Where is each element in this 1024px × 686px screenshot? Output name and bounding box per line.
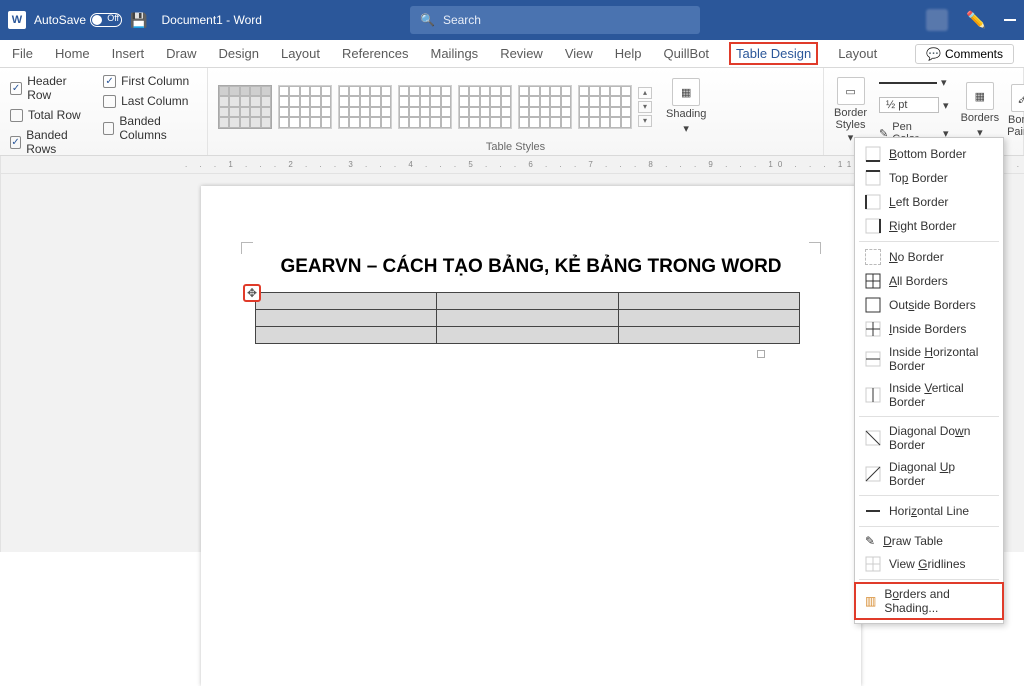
menu-outside-borders[interactable]: Outside Borders [855,293,1003,317]
menu-top-border[interactable]: Top Border [855,166,1003,190]
tab-view[interactable]: View [563,42,595,65]
border-painter-button[interactable]: 🖌 BorderPainter [1007,84,1024,138]
table-style-thumb[interactable] [578,85,632,129]
menu-inside-h-border[interactable]: Inside Horizontal Border [855,341,1003,377]
autosave-label: AutoSave [34,13,86,27]
tab-layout[interactable]: Layout [279,42,322,65]
table-style-thumb[interactable] [398,85,452,129]
menu-right-border[interactable]: Right Border [855,214,1003,238]
comments-button[interactable]: 💬 Comments [915,44,1014,64]
minimize-icon[interactable] [1004,19,1016,21]
ribbon-tabs: File Home Insert Draw Design Layout Refe… [0,40,1024,68]
autosave-control[interactable]: AutoSave Off [34,13,122,27]
line-style-dropdown[interactable]: ▾ [875,74,953,91]
tab-review[interactable]: Review [498,42,545,65]
tab-design[interactable]: Design [217,42,261,65]
menu-horizontal-line[interactable]: Horizontal Line [855,499,1003,523]
border-styles-icon: ▭ [837,77,865,105]
table-style-thumb[interactable] [518,85,572,129]
menu-diagonal-up[interactable]: Diagonal Up Border [855,456,1003,492]
chk-header-row[interactable]: ✓Header Row [10,74,89,102]
search-icon: 🔍 [420,13,435,27]
tab-home[interactable]: Home [53,42,92,65]
shading-button[interactable]: ▦ Shading▾ [666,78,706,135]
word-app-icon: W [8,11,26,29]
inside-v-border-icon [865,387,881,403]
border-painter-icon: 🖌 [1011,84,1024,112]
tab-quillbot[interactable]: QuillBot [662,42,712,65]
menu-left-border[interactable]: Left Border [855,190,1003,214]
left-border-icon [865,194,881,210]
margin-corner-icon [809,242,821,254]
menu-borders-and-shading[interactable]: ▥Borders and Shading... [855,583,1003,619]
menu-all-borders[interactable]: All Borders [855,269,1003,293]
menu-view-gridlines[interactable]: View Gridlines [855,552,1003,576]
tab-help[interactable]: Help [613,42,644,65]
save-icon[interactable]: 💾 [130,12,147,29]
outside-borders-icon [865,297,881,313]
tab-references[interactable]: References [340,42,410,65]
tab-table-design[interactable]: Table Design [729,42,818,65]
table-style-thumb[interactable] [458,85,512,129]
comment-icon: 💬 [926,47,941,61]
chk-first-column[interactable]: ✓First Column [103,74,197,88]
borders-button[interactable]: ▦ Borders▾ [961,82,1000,139]
inside-borders-icon [865,321,881,337]
title-bar: W AutoSave Off 💾 Document1 - Word 🔍 Sear… [0,0,1024,40]
document-title: Document1 - Word [161,13,261,27]
tab-mailings[interactable]: Mailings [429,42,481,65]
diag-up-icon [865,466,881,482]
table-style-thumb[interactable] [278,85,332,129]
menu-no-border[interactable]: No Border [855,245,1003,269]
autosave-toggle[interactable]: Off [90,13,122,27]
tab-draw[interactable]: Draw [164,42,198,65]
chk-last-column[interactable]: Last Column [103,94,197,108]
right-border-icon [865,218,881,234]
menu-inside-borders[interactable]: Inside Borders [855,317,1003,341]
margin-corner-icon [241,242,253,254]
document-heading: GEARVN – CÁCH TẠO BẢNG, KẺ BẢNG TRONG WO… [251,256,811,278]
no-border-icon [865,249,881,265]
menu-draw-table[interactable]: ✎Draw Table [855,530,1003,552]
gridlines-icon [865,556,881,572]
page[interactable]: GEARVN – CÁCH TẠO BẢNG, KẺ BẢNG TRONG WO… [201,186,861,686]
shading-icon: ▦ [672,78,700,106]
chk-banded-rows[interactable]: ✓Banded Rows [10,128,89,156]
table-style-thumb[interactable] [338,85,392,129]
inside-h-border-icon [865,351,881,367]
diag-down-icon [865,430,881,446]
menu-inside-v-border[interactable]: Inside Vertical Border [855,377,1003,413]
table-resize-handle[interactable] [757,350,765,358]
borders-icon: ▦ [966,82,994,110]
hline-icon [865,503,881,519]
borders-shading-icon: ▥ [865,594,876,608]
search-placeholder: Search [443,13,481,27]
line-weight-dropdown[interactable]: ½ pt ▾ [875,95,953,115]
gallery-scroll[interactable]: ▴▾▾ [638,87,652,127]
table-style-thumb[interactable] [218,85,272,129]
chk-banded-columns[interactable]: Banded Columns [103,114,197,142]
chk-total-row[interactable]: Total Row [10,108,89,122]
group-label-table-styles: Table Styles [218,139,813,153]
table-move-handle[interactable]: ✥ [243,284,261,302]
draw-table-icon: ✎ [865,534,875,548]
tab-layout-2[interactable]: Layout [836,42,879,65]
all-borders-icon [865,273,881,289]
table-styles-gallery[interactable]: ▴▾▾ [218,85,652,129]
borders-dropdown-menu: BBottom Borderottom Border Top Border Le… [854,137,1004,624]
coming-soon-icon[interactable]: ✏️ [966,10,986,30]
menu-bottom-border[interactable]: BBottom Borderottom Border [855,142,1003,166]
top-border-icon [865,170,881,186]
tab-file[interactable]: File [10,42,35,65]
search-bar[interactable]: 🔍 Search [410,6,700,34]
user-avatar[interactable] [926,9,948,31]
menu-diagonal-down[interactable]: Diagonal Down Border [855,420,1003,456]
inserted-table[interactable] [255,292,800,344]
tab-insert[interactable]: Insert [110,42,147,65]
border-styles-button[interactable]: ▭ BorderStyles ▾ [834,77,867,144]
bottom-border-icon [865,146,881,162]
